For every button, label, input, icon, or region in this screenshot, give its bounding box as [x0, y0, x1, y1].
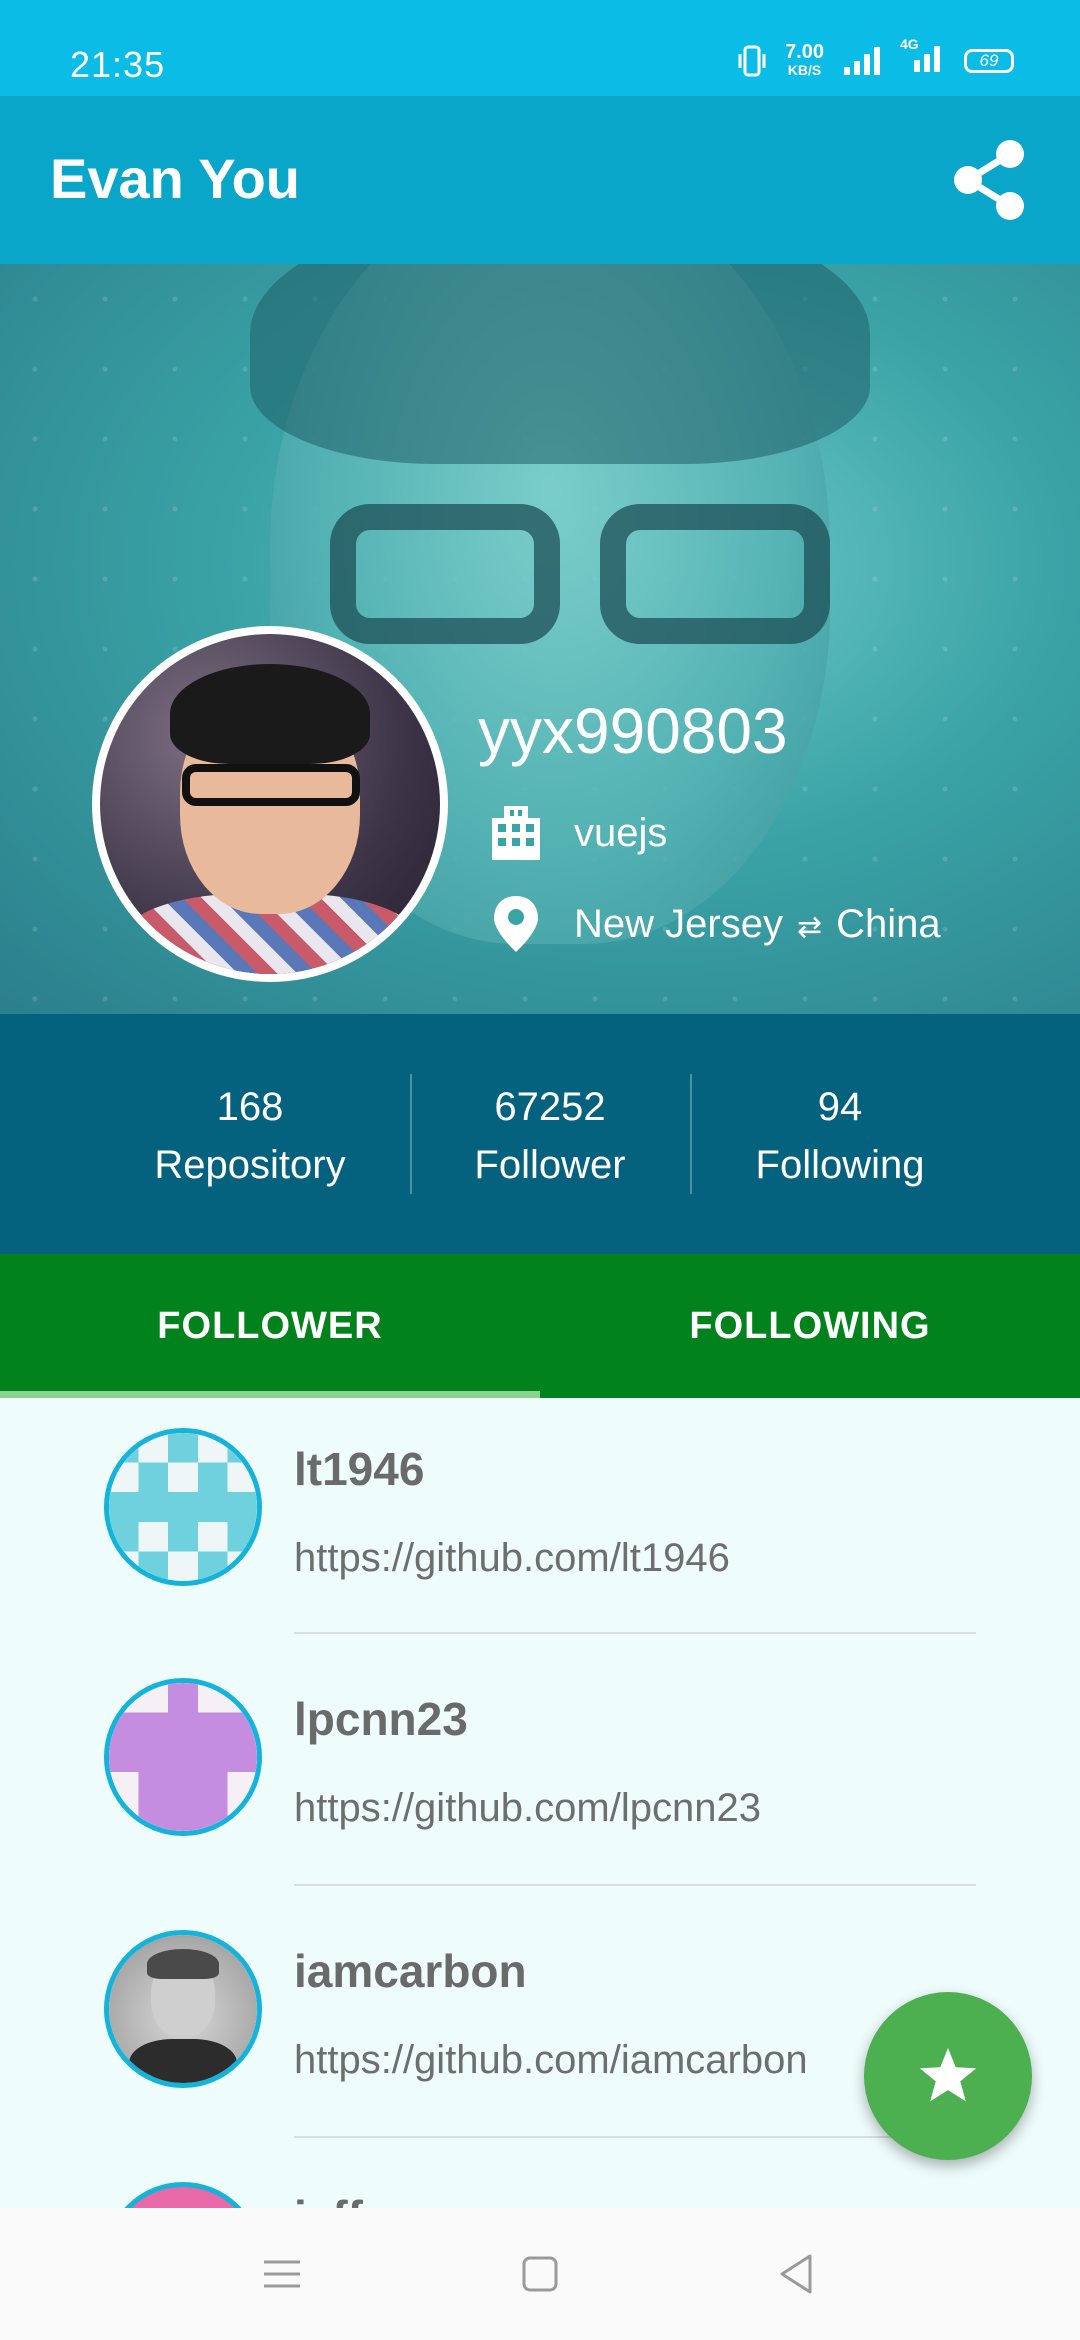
location-pin-icon	[494, 896, 538, 952]
company-name: vuejs	[574, 810, 668, 855]
stat-follower[interactable]: 67252 Follower	[420, 1078, 680, 1194]
battery-indicator: 69	[964, 48, 1014, 73]
avatar	[104, 1428, 262, 1586]
stats-divider	[690, 1074, 692, 1194]
company-row: vuejs	[488, 804, 667, 862]
location-arrow: ⇄	[796, 910, 823, 944]
location-text: New Jersey ⇄ China	[574, 902, 941, 947]
tab-follower[interactable]: FOLLOWER	[0, 1254, 540, 1398]
avatar	[104, 1678, 262, 1836]
list-item-url[interactable]: https://github.com/iamcarbon	[294, 2038, 808, 2083]
avatar-glasses	[182, 764, 360, 806]
identicon-icon	[109, 1433, 257, 1581]
location-row: New Jersey ⇄ China	[488, 894, 941, 954]
list-item-url[interactable]: https://github.com/lt1946	[294, 1536, 730, 1581]
avatar-image	[100, 634, 440, 974]
stat-repository[interactable]: 168 Repository	[120, 1078, 380, 1194]
building-icon	[492, 806, 540, 860]
network-type: 4G	[900, 36, 919, 52]
home-button[interactable]	[510, 2244, 570, 2304]
list-item[interactable]: lpcnn23 https://github.com/lpcnn23	[0, 1650, 1080, 1900]
avatar[interactable]	[92, 626, 448, 982]
list-item[interactable]: lt1946 https://github.com/lt1946	[0, 1398, 1080, 1648]
tab-following[interactable]: FOLLOWING	[540, 1254, 1080, 1398]
back-button[interactable]	[766, 2244, 826, 2304]
list-item-name: jeffyu	[294, 2190, 417, 2208]
header-background-hair	[250, 264, 870, 464]
stat-repository-label: Repository	[154, 1143, 346, 1187]
list-item-name: iamcarbon	[294, 1945, 527, 1997]
page-title: Evan You	[50, 147, 301, 210]
signal-4g: 4G	[900, 36, 946, 79]
list-divider	[294, 1884, 976, 1886]
stat-following-label: Following	[755, 1143, 925, 1187]
net-speed: 7.00 KB/S	[785, 40, 824, 79]
identicon-icon	[109, 1683, 257, 1831]
signal-icon	[844, 46, 880, 75]
app-bar: Evan You	[0, 96, 1080, 264]
stat-following[interactable]: 94 Following	[710, 1078, 970, 1194]
location-to: China	[836, 901, 941, 946]
avatar-hair	[147, 1949, 219, 1979]
stat-follower-label: Follower	[474, 1143, 626, 1187]
tab-indicator	[0, 1391, 540, 1398]
status-time: 21:35	[70, 44, 166, 85]
profile-header: yyx990803 vuejs New Jersey ⇄ China	[0, 264, 1080, 1014]
star-icon	[919, 2048, 977, 2102]
share-icon	[954, 140, 1024, 220]
list-divider	[294, 1632, 976, 1634]
net-speed-unit: KB/S	[787, 61, 822, 78]
avatar	[104, 1930, 262, 2088]
location-from: New Jersey	[574, 901, 783, 946]
stat-follower-count: 67252	[494, 1085, 606, 1129]
avatar	[104, 2182, 262, 2208]
header-background-glasses-right	[600, 504, 830, 644]
share-button[interactable]	[942, 132, 1038, 228]
list-item[interactable]: jeffyu	[0, 2154, 1080, 2208]
status-bar: 21:35 7.00 KB/S 4G 69	[0, 0, 1080, 96]
avatar-shirt	[129, 2039, 237, 2083]
status-icons: 7.00 KB/S 4G 69	[737, 36, 1014, 79]
menu-icon	[264, 2260, 300, 2288]
menu-button[interactable]	[252, 2244, 312, 2304]
system-nav-bar	[0, 2208, 1080, 2340]
username: yyx990803	[478, 695, 788, 767]
stat-repository-count: 168	[216, 1085, 284, 1129]
list-item-name: lpcnn23	[294, 1693, 468, 1745]
list-divider	[294, 2136, 976, 2138]
list-item-url[interactable]: https://github.com/lpcnn23	[294, 1786, 761, 1831]
header-background-glasses-left	[330, 504, 560, 644]
stats-bar: 168 Repository 67252 Follower 94 Followi…	[0, 1014, 1080, 1254]
net-speed-value: 7.00	[785, 40, 824, 63]
vibrate-icon	[738, 45, 766, 76]
star-fab-button[interactable]	[864, 1992, 1032, 2160]
avatar-hair	[170, 664, 370, 764]
list-item-name: lt1946	[294, 1443, 425, 1495]
home-square-icon	[522, 2256, 558, 2292]
stats-divider	[410, 1074, 412, 1194]
tab-bar: FOLLOWER FOLLOWING	[0, 1254, 1080, 1398]
stat-following-count: 94	[817, 1085, 863, 1129]
back-triangle-icon	[780, 2254, 812, 2294]
